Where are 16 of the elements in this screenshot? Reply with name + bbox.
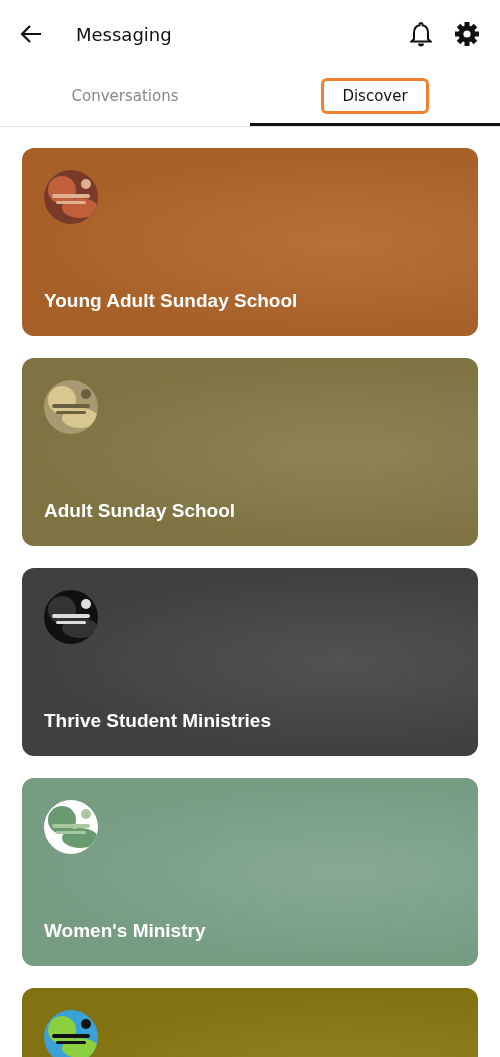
group-card[interactable]: Women's Ministry	[22, 778, 478, 966]
group-card[interactable]: Young Adult Sunday School	[22, 148, 478, 336]
bell-icon[interactable]	[410, 21, 432, 47]
tab[interactable]: Conversations	[0, 68, 250, 126]
group-name: Young Adult Sunday School	[44, 290, 299, 312]
page-title: Messaging	[76, 23, 172, 45]
tab-label: Discover	[321, 77, 429, 114]
group-name: Adult Sunday School	[44, 500, 237, 522]
settings-icon[interactable]	[454, 21, 480, 47]
group-name: Thrive Student Ministries	[44, 710, 272, 732]
tab[interactable]: Discover	[250, 68, 500, 126]
group-name: Women's Ministry	[44, 920, 207, 942]
group-card[interactable]: Adult Sunday School	[22, 358, 478, 546]
group-card[interactable]: Thrive Student Ministries	[22, 568, 478, 756]
back-arrow-icon[interactable]	[20, 24, 42, 44]
tab-label: Conversations	[70, 85, 180, 107]
